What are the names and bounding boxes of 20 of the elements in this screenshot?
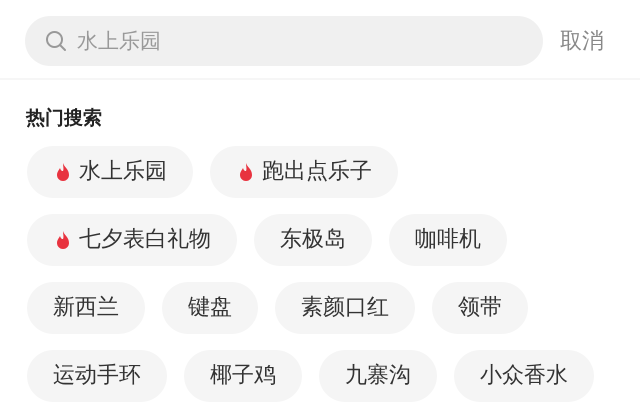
search-tag[interactable]: 跑出点乐子 xyxy=(210,146,398,198)
search-field[interactable]: 水上乐园 xyxy=(25,16,543,66)
search-icon xyxy=(45,30,67,52)
search-tag[interactable]: 运动手环 xyxy=(27,350,167,402)
search-tag[interactable]: 咖啡机 xyxy=(389,214,507,266)
search-tag[interactable]: 小众香水 xyxy=(454,350,594,402)
section-title: 热门搜索 xyxy=(26,106,103,131)
search-tag[interactable]: 椰子鸡 xyxy=(184,350,302,402)
search-tag[interactable]: 九寨沟 xyxy=(319,350,437,402)
search-tag[interactable]: 领带 xyxy=(432,282,528,334)
fire-icon xyxy=(55,162,71,182)
cancel-button[interactable]: 取消 xyxy=(560,25,604,55)
fire-icon xyxy=(238,162,254,182)
search-tag[interactable]: 素颜口红 xyxy=(275,282,415,334)
fire-icon xyxy=(55,230,71,250)
search-tag[interactable]: 新西兰 xyxy=(27,282,145,334)
search-tag[interactable]: 键盘 xyxy=(162,282,258,334)
search-tag[interactable]: 东极岛 xyxy=(254,214,372,266)
search-tag[interactable]: 七夕表白礼物 xyxy=(27,214,237,266)
search-tag[interactable]: 水上乐园 xyxy=(27,146,193,198)
